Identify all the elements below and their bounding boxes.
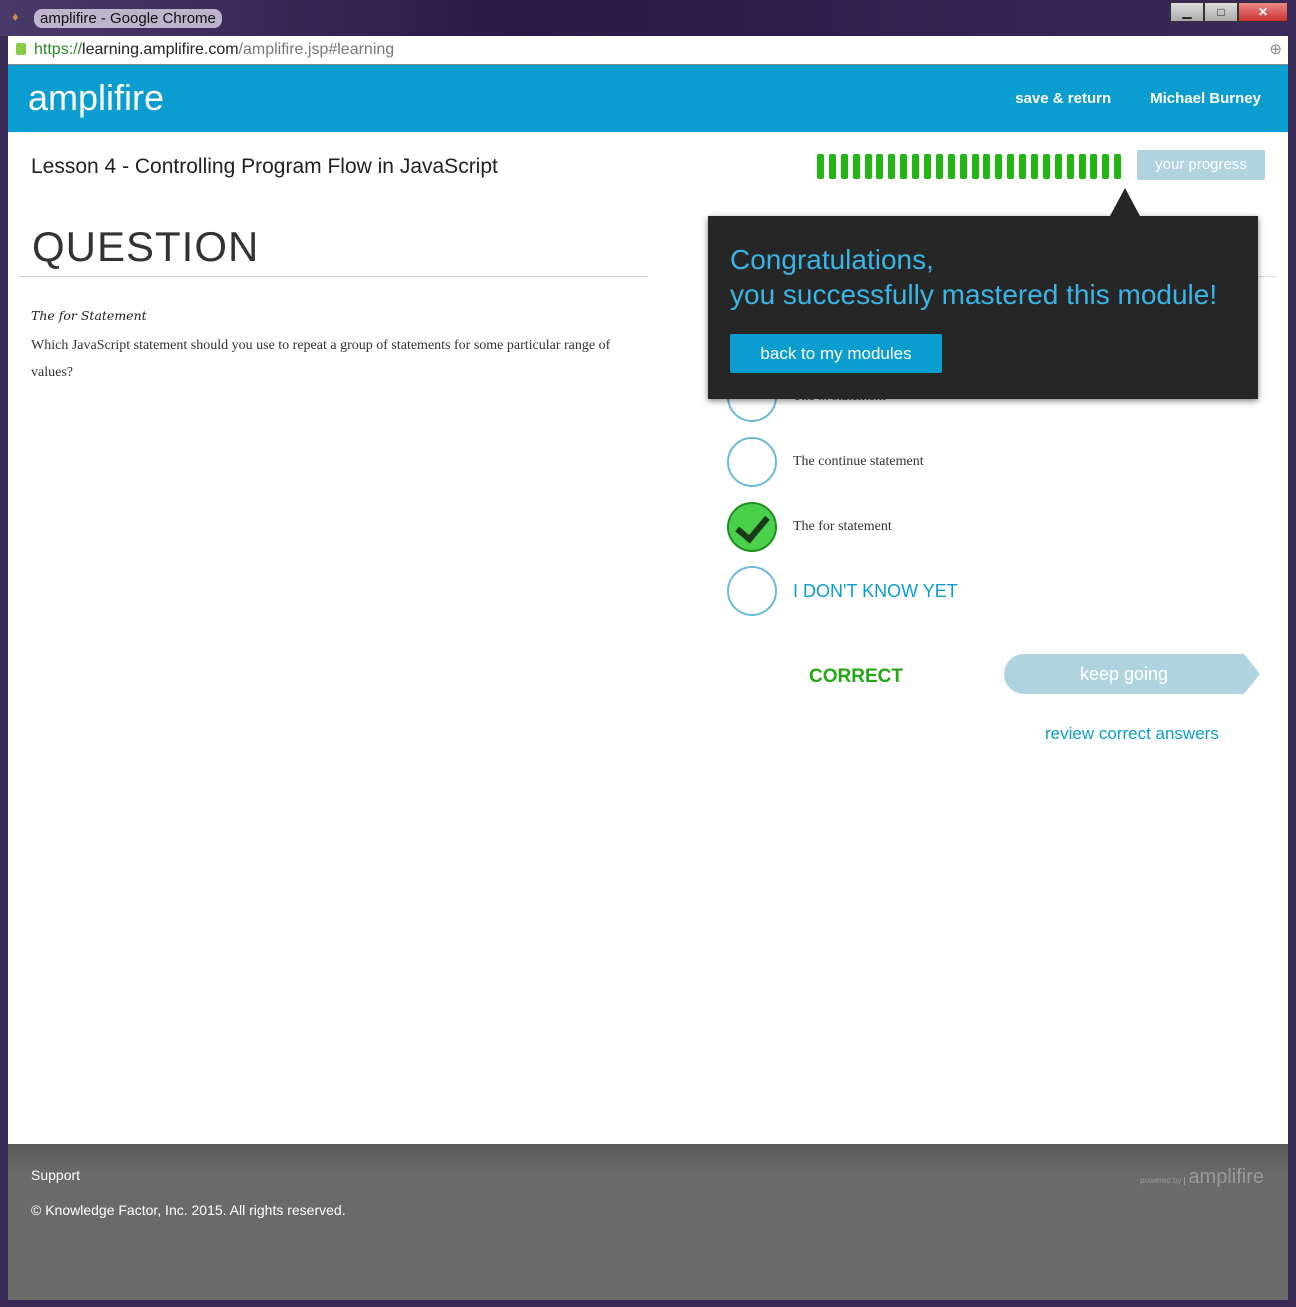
progress-segment (1054, 154, 1062, 179)
divider (20, 276, 648, 277)
support-link[interactable]: Support (31, 1167, 80, 1183)
powered-by-text: powered by (1140, 1177, 1186, 1185)
your-progress-button[interactable]: your progress (1137, 150, 1265, 180)
close-button[interactable]: ✕ (1238, 2, 1288, 22)
maximize-button[interactable]: □ (1204, 2, 1238, 22)
progress-segment (1090, 154, 1098, 179)
result-status: CORRECT (809, 666, 903, 687)
question-title: The for Statement (31, 308, 147, 323)
progress-segment (1078, 154, 1086, 179)
progress-segment (1102, 154, 1110, 179)
progress-segment (840, 154, 848, 179)
url-scheme: https:// (34, 41, 83, 58)
progress-segment (1019, 154, 1027, 179)
progress-segment (888, 154, 896, 179)
progress-segment (817, 154, 824, 179)
zoom-icon[interactable]: ⊕ (1269, 40, 1282, 58)
progress-segment (828, 154, 836, 179)
powered-by-logo: powered by amplifire (1140, 1166, 1264, 1189)
footer-brand: amplifire (1188, 1166, 1264, 1188)
progress-segment (947, 154, 955, 179)
progress-segment (924, 154, 932, 179)
popup-heading: Congratulations, (730, 244, 934, 275)
window-title: amplifire - Google Chrome (34, 9, 222, 28)
progress-segment (1031, 154, 1039, 179)
url-domain: learning.amplifire.com (82, 41, 239, 58)
progress-segment (995, 154, 1003, 179)
progress-segment (1066, 154, 1074, 179)
review-answers-link[interactable]: review correct answers (1045, 724, 1219, 744)
answer-option[interactable]: The continue statement (727, 437, 924, 487)
user-menu[interactable]: Michael Burney (1150, 90, 1261, 107)
idk-option[interactable]: I DON'T KNOW YET (727, 566, 958, 616)
lock-icon (16, 43, 26, 55)
minimize-button[interactable]: ▁ (1170, 2, 1204, 22)
answer-radio[interactable] (727, 566, 777, 616)
amplifire-logo[interactable]: amplifire (28, 77, 164, 119)
progress-segment (852, 154, 860, 179)
idk-label: I DON'T KNOW YET (793, 580, 958, 601)
window-titlebar: ♦ amplifire - Google Chrome ▁ □ ✕ (0, 0, 1296, 36)
address-bar[interactable]: https://learning.amplifire.com/amplifire… (8, 36, 1288, 65)
footer: Support © Knowledge Factor, Inc. 2015. A… (8, 1144, 1288, 1300)
answer-radio[interactable] (727, 437, 777, 487)
progress-bar (817, 154, 1122, 179)
lesson-title: Lesson 4 - Controlling Program Flow in J… (31, 155, 498, 178)
popup-subheading: you successfully mastered this module! (730, 279, 1218, 310)
question-text: Which JavaScript statement should you us… (31, 338, 611, 380)
save-return-link[interactable]: save & return (1015, 90, 1111, 107)
progress-segment (1114, 154, 1122, 179)
progress-segment (900, 154, 908, 179)
back-to-modules-button[interactable]: back to my modules (730, 334, 942, 373)
mastery-popup: Congratulations, you successfully mastere… (708, 188, 1258, 399)
url-path: /amplifire.jsp#learning (238, 41, 395, 58)
progress-segment (912, 154, 920, 179)
progress-segment (935, 154, 943, 179)
progress-segment (983, 154, 991, 179)
answer-option[interactable]: The for statement (727, 502, 892, 552)
copyright: © Knowledge Factor, Inc. 2015. All right… (31, 1202, 346, 1218)
progress-segment (876, 154, 884, 179)
chevron-right-icon: › (1244, 654, 1256, 692)
progress-segment (864, 154, 872, 179)
answer-label: The for statement (793, 519, 892, 534)
question-heading: QUESTION (32, 223, 260, 270)
checkmark-icon[interactable] (727, 502, 777, 552)
answer-label: The continue statement (793, 454, 924, 469)
progress-segment (1007, 154, 1015, 179)
app-header: amplifire save & return Michael Burney (8, 65, 1288, 132)
page: amplifire save & return Michael Burney L… (8, 65, 1288, 1300)
keep-going-button[interactable]: keep going (1004, 654, 1260, 694)
progress-segment (971, 154, 979, 179)
progress-segment (1042, 154, 1050, 179)
progress-segment (959, 154, 967, 179)
app-icon: ♦ (12, 9, 19, 24)
